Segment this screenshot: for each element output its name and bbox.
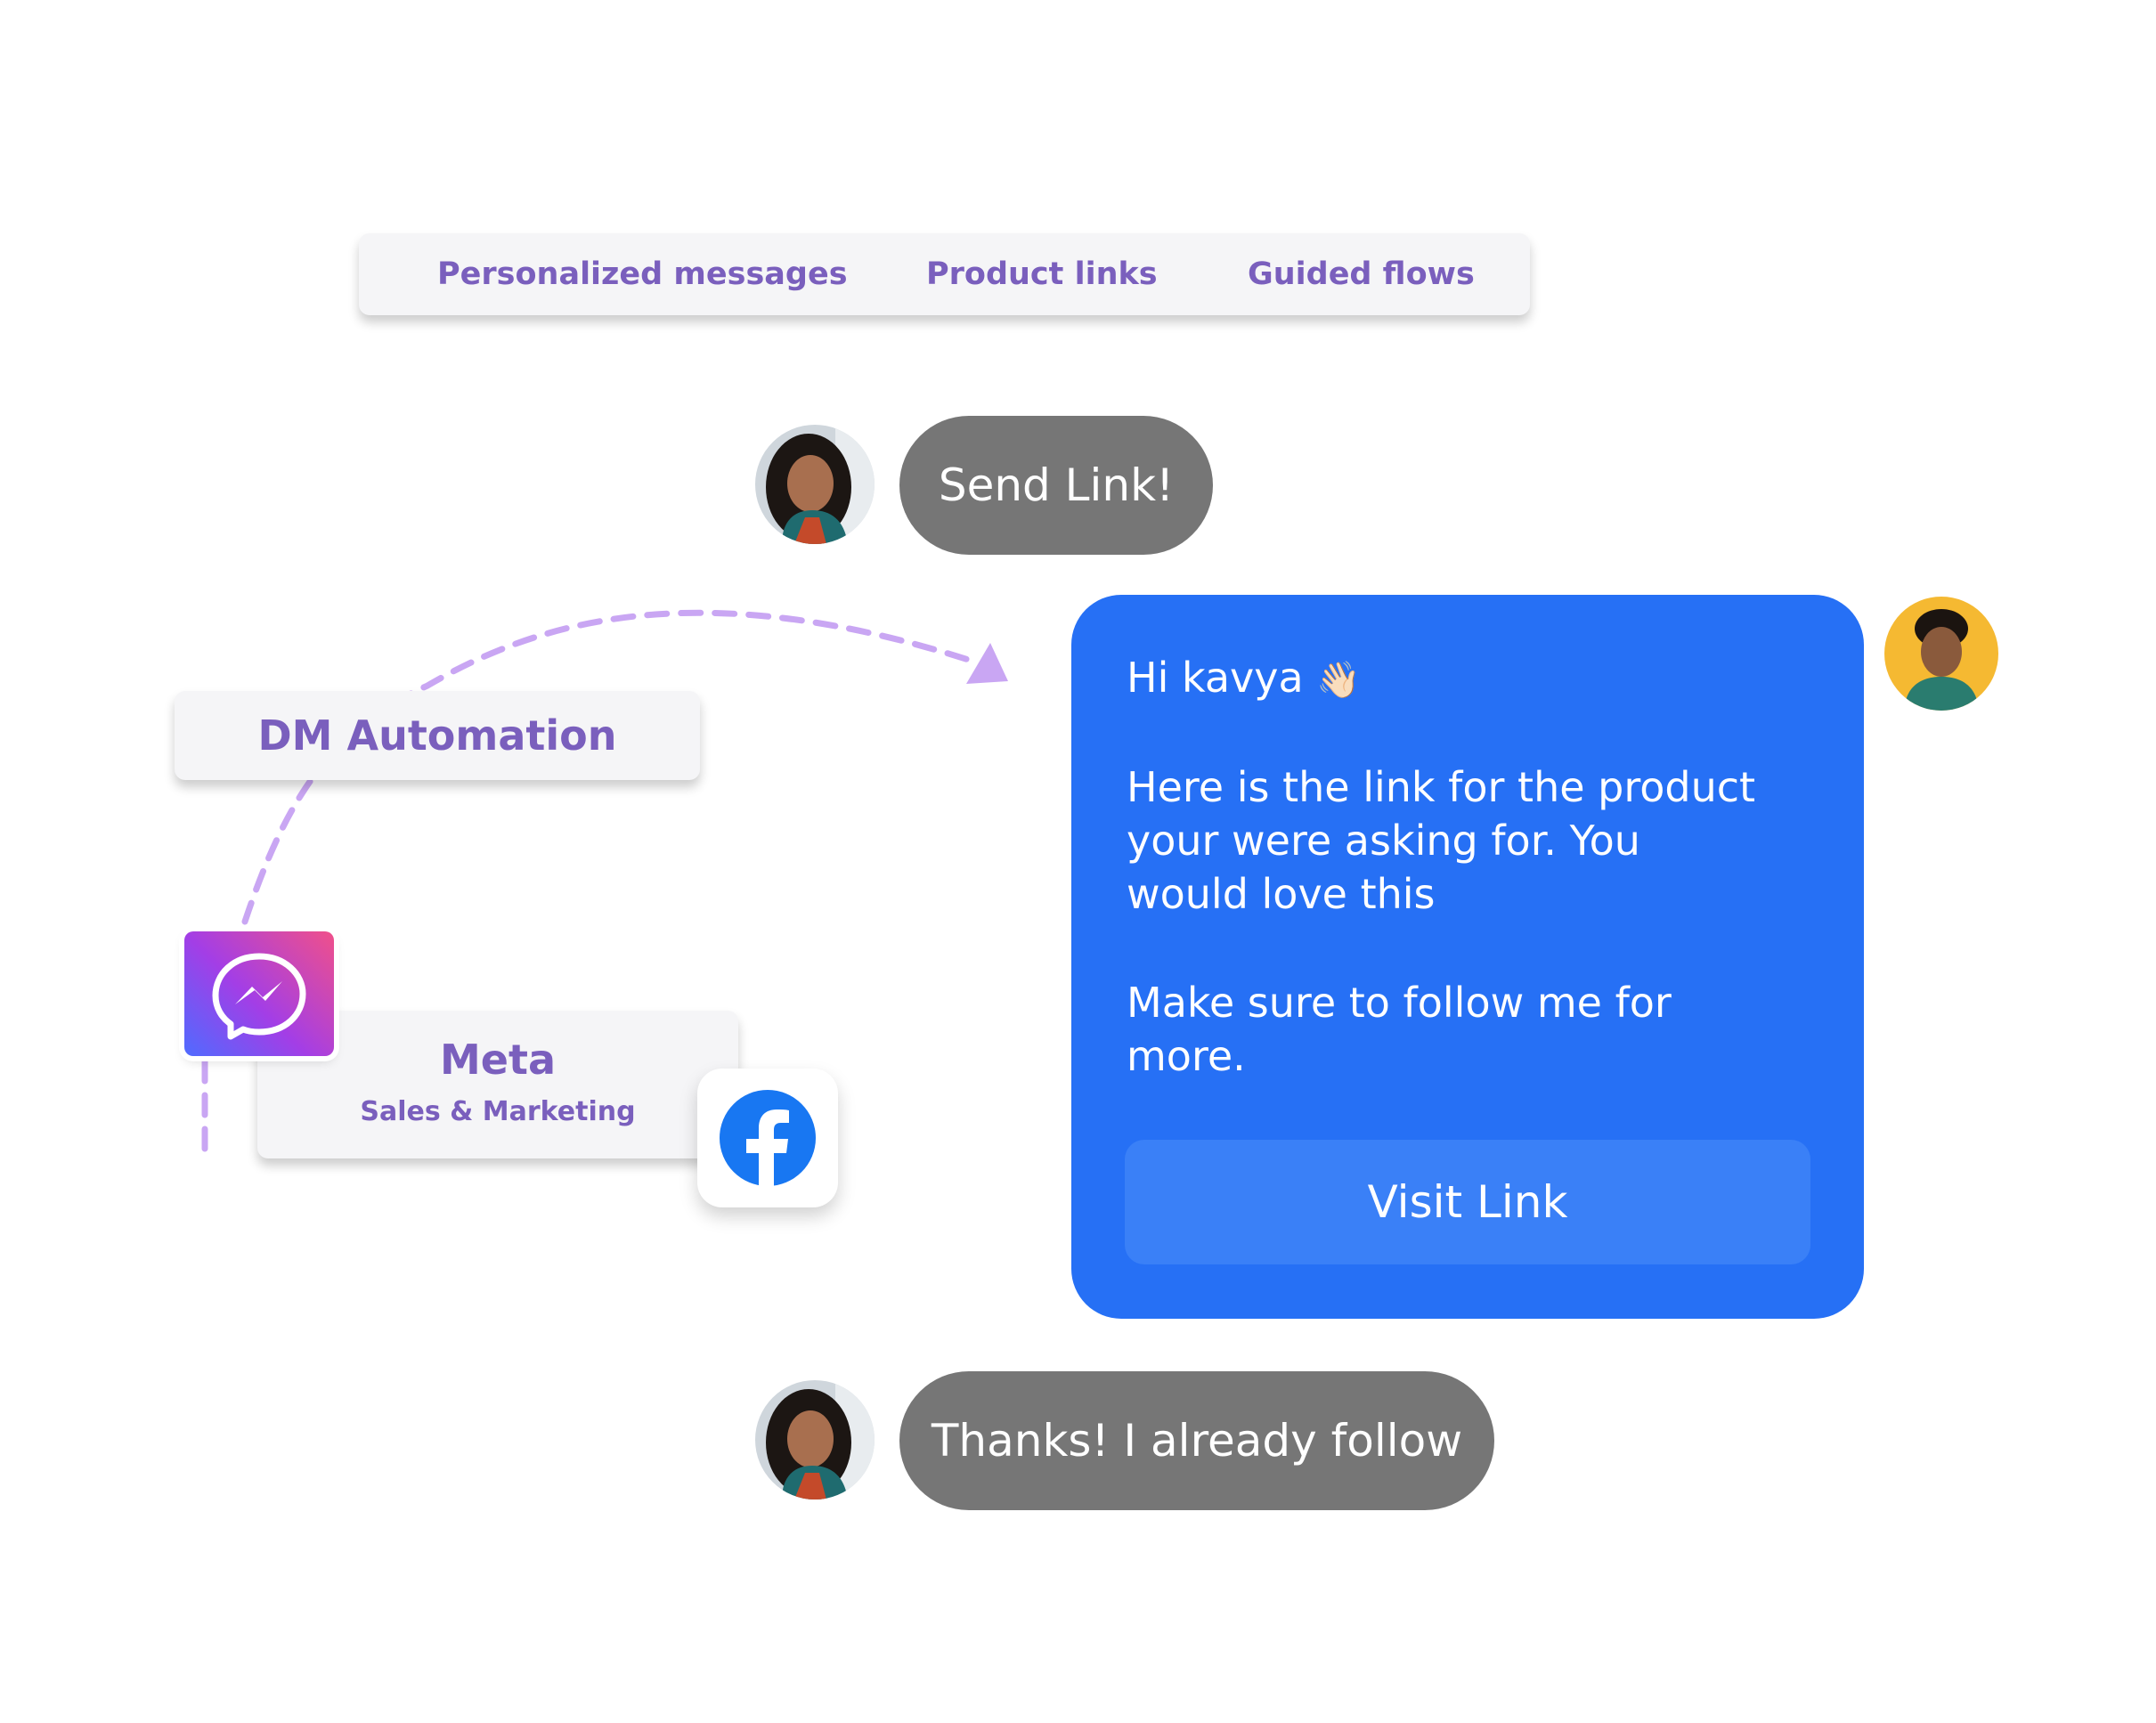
visit-link-button[interactable]: Visit Link	[1125, 1140, 1810, 1264]
customer-message-thanks: Thanks! I already follow	[899, 1371, 1494, 1510]
reply-body-line-2: your were asking for. You	[1127, 817, 1640, 865]
reply-body-line-1: Here is the link for the product	[1127, 763, 1756, 811]
customer-message-send-link: Send Link!	[899, 416, 1213, 555]
customer-avatar	[755, 1380, 875, 1499]
messenger-icon	[184, 931, 334, 1056]
arrow-head-icon	[966, 643, 1008, 684]
reply-greeting: Hi kavya 👋🏻	[1127, 651, 1361, 707]
tab-product-links[interactable]: Product links	[926, 233, 1158, 315]
dm-automation-card: DM Automation	[175, 691, 700, 780]
reply-body-line-3: would love this	[1127, 870, 1436, 918]
facebook-icon	[697, 1069, 838, 1207]
reply-closing-line-2: more.	[1127, 1032, 1246, 1080]
seller-reply-card: Hi kavya 👋🏻 Here is the link for the pro…	[1071, 595, 1864, 1319]
waving-hand-icon: 👋🏻	[1316, 660, 1362, 701]
customer-avatar	[755, 425, 875, 544]
reply-closing-line-1: Make sure to follow me for	[1127, 979, 1672, 1027]
seller-avatar	[1884, 597, 1998, 711]
integration-subtitle: Sales & Marketing	[360, 1096, 636, 1127]
tab-guided-flows[interactable]: Guided flows	[1248, 233, 1475, 315]
tab-personalized-messages[interactable]: Personalized messages	[437, 233, 848, 315]
feature-bar: Personalized messages Product links Guid…	[359, 233, 1530, 315]
greeting-text: Hi kavya	[1127, 654, 1304, 702]
